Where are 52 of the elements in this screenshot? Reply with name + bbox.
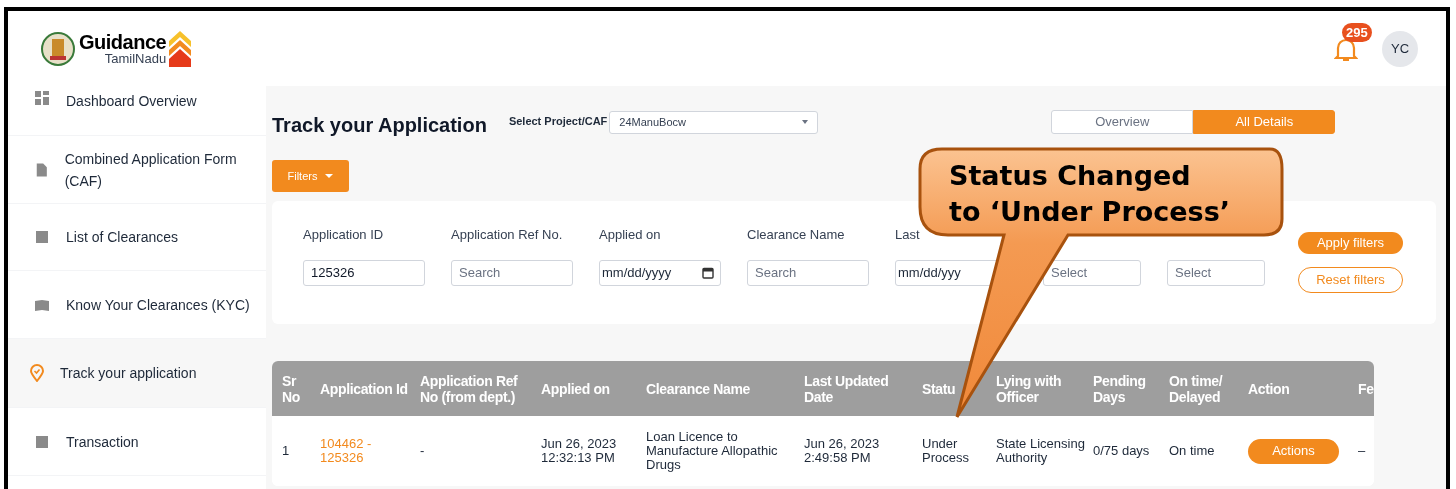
column-header: Action xyxy=(1248,380,1291,397)
location-pin-icon xyxy=(30,364,44,382)
column-header: Application Ref No (from dept.) xyxy=(420,372,519,405)
table-cell: State Licensing Authority xyxy=(996,437,1085,465)
filter-label: Applied on xyxy=(599,227,661,243)
input-field[interactable]: Search xyxy=(747,260,869,286)
column-header: Statu xyxy=(922,380,957,397)
column-header: Sr No xyxy=(282,372,301,405)
filter-label: Application Ref No. xyxy=(451,227,563,243)
sidebar-item[interactable]: Track your application xyxy=(8,339,266,408)
table-cell-text: On time xyxy=(1169,444,1216,458)
table-cell-text: - xyxy=(420,444,426,458)
filter-label: Last xyxy=(895,227,920,243)
table-cell-text: Jun 26, 2023 2:49:58 PM xyxy=(804,437,881,465)
column-header: Application Id xyxy=(320,380,409,397)
date-field[interactable]: mm/dd/yyyy xyxy=(599,260,721,286)
emblem-icon xyxy=(40,29,76,68)
column-header: Pending Days xyxy=(1093,372,1147,405)
logo-stripes-icon xyxy=(169,30,192,67)
calendar-icon xyxy=(702,267,714,279)
table-cell-text: Jun 26, 2023 12:32:13 PM xyxy=(541,437,618,465)
table-cell-text: 0/75 days xyxy=(1093,444,1151,458)
column-header: Lying with Officer xyxy=(996,372,1063,405)
filter-label: Clearance Name xyxy=(747,227,845,243)
callout-text: Status Changed to ‘Under Process’ xyxy=(949,159,1230,229)
document-icon xyxy=(34,161,49,178)
page-title: Track your Application xyxy=(272,113,487,138)
column-header: On time/ Delayed xyxy=(1169,372,1224,405)
caret-icon xyxy=(325,174,334,178)
column-header: Fe xyxy=(1358,380,1374,397)
table-cell-text: Loan Licence to Manufacture Allopathic Drugs xyxy=(646,430,779,472)
column-header: Applied on xyxy=(541,380,611,397)
dashboard-icon xyxy=(34,90,50,106)
caret-icon xyxy=(802,120,809,124)
notification-badge: 295 xyxy=(1342,22,1372,42)
column-header: Clearance Name xyxy=(646,380,752,397)
user-avatar[interactable]: YC xyxy=(1382,30,1418,67)
table-cell-text: 1 xyxy=(282,444,291,458)
project-select-label: Select Project/CAF xyxy=(508,113,608,129)
project-select[interactable]: 24ManuBocw xyxy=(609,110,819,134)
bell-icon[interactable] xyxy=(1334,36,1358,63)
view-tab[interactable]: Overview xyxy=(1051,110,1194,134)
logo-subtitle: TamilNadu xyxy=(104,52,167,65)
input-field[interactable]: 125326 xyxy=(303,260,425,286)
input-field[interactable]: Search xyxy=(451,260,573,286)
table-cell-text: – xyxy=(1358,444,1367,458)
filter-label: Application ID xyxy=(303,227,384,243)
column-header: Last Updated Date xyxy=(804,372,890,405)
logo-title: Guidance xyxy=(79,32,167,52)
select-field[interactable]: Select xyxy=(1043,260,1141,286)
select-field[interactable]: Select xyxy=(1167,260,1265,286)
table-cell-text: Under Process xyxy=(922,437,970,465)
